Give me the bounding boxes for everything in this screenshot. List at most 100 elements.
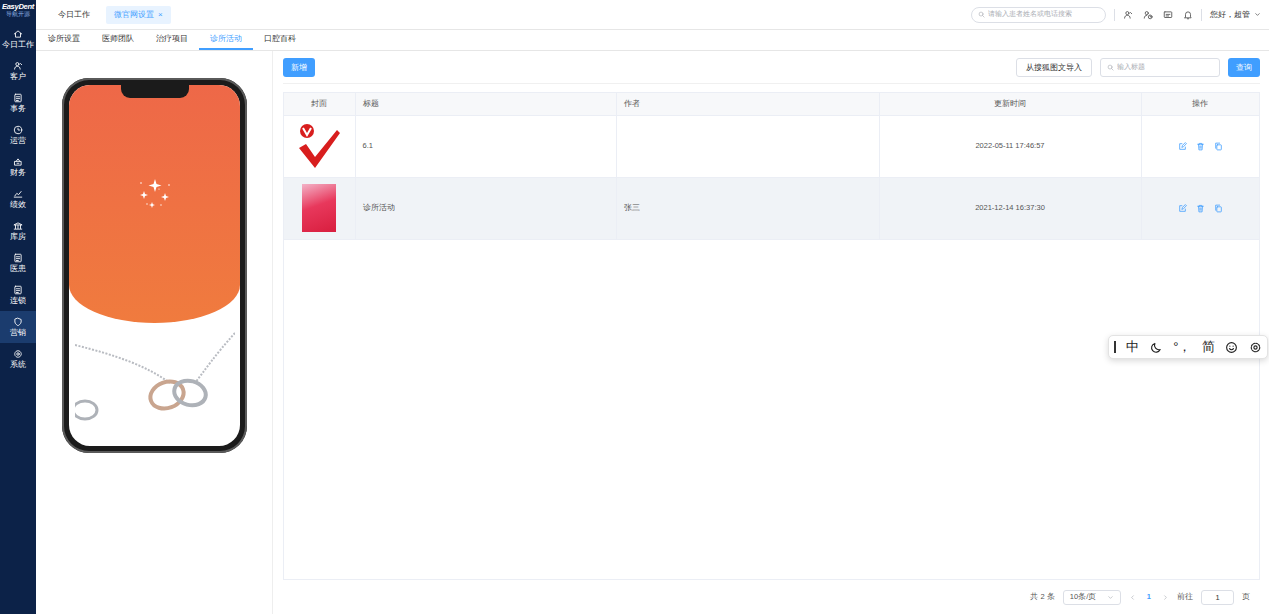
row-actions bbox=[1149, 142, 1253, 151]
chevron-right-icon[interactable] bbox=[1162, 594, 1169, 601]
copy-icon[interactable] bbox=[1214, 142, 1223, 151]
sidebar-item[interactable]: 医患 bbox=[0, 247, 36, 279]
sidebar-label: 连锁 bbox=[10, 296, 26, 305]
separator bbox=[1201, 9, 1202, 21]
global-search[interactable] bbox=[971, 7, 1106, 23]
total-count: 共 2 条 bbox=[1030, 591, 1054, 602]
sidebar-label: 系统 bbox=[10, 360, 26, 369]
warehouse-icon bbox=[13, 221, 23, 231]
sidebar-item[interactable]: 今日工作 bbox=[0, 23, 36, 55]
sidebar-label: 库房 bbox=[10, 232, 26, 241]
page-tabs: 今日工作 微官网设置× bbox=[50, 6, 171, 24]
page-tab[interactable]: 今日工作 bbox=[50, 6, 98, 23]
top-bar: 今日工作 微官网设置× 您好，超管 bbox=[36, 0, 1269, 30]
logo[interactable]: EasyDent 导航开源 bbox=[0, 0, 36, 23]
sidebar-item[interactable]: 客户 bbox=[0, 55, 36, 87]
edit-icon[interactable] bbox=[1178, 142, 1187, 151]
user-greeting: 您好，超管 bbox=[1210, 9, 1250, 20]
sidebar-item[interactable]: 连锁 bbox=[0, 279, 36, 311]
column-header: 操作 bbox=[1141, 93, 1259, 115]
phone-preview bbox=[36, 51, 273, 614]
page-number[interactable]: 1 bbox=[1144, 591, 1154, 602]
trash-icon[interactable] bbox=[1196, 204, 1205, 213]
document-icon bbox=[13, 285, 23, 295]
title-cell: 6.1 bbox=[355, 115, 616, 177]
gear-icon[interactable] bbox=[1249, 341, 1262, 354]
tab-close-button[interactable]: × bbox=[158, 9, 163, 21]
table-row[interactable]: 诊所活动张三2021-12-14 16:37:30 bbox=[284, 177, 1259, 239]
sidebar-label: 财务 bbox=[10, 168, 26, 177]
user-icon[interactable] bbox=[1123, 10, 1133, 20]
sub-tab[interactable]: 诊所设置 bbox=[37, 29, 91, 50]
title-search-input[interactable] bbox=[1117, 62, 1213, 73]
edit-icon[interactable] bbox=[1178, 204, 1187, 213]
sidebar-item[interactable]: 事务 bbox=[0, 87, 36, 119]
page-tab[interactable]: 微官网设置× bbox=[106, 6, 171, 24]
wallet-icon bbox=[13, 157, 23, 167]
smiley-icon[interactable] bbox=[1225, 341, 1238, 354]
add-button[interactable]: 新增 bbox=[283, 58, 315, 77]
document-icon bbox=[13, 93, 23, 103]
phone-frame bbox=[62, 78, 247, 453]
import-button[interactable]: 从搜狐图文导入 bbox=[1016, 58, 1092, 77]
cover-cell bbox=[284, 115, 355, 177]
ime-charset[interactable]: 简 bbox=[1202, 337, 1215, 357]
logo-name: EasyDent bbox=[1, 3, 35, 11]
cover-image[interactable] bbox=[302, 184, 336, 232]
page-numbers: 1 bbox=[1144, 591, 1154, 602]
tab-label: 今日工作 bbox=[58, 9, 90, 20]
table-row[interactable]: 6.12022-05-11 17:46:57 bbox=[284, 115, 1259, 177]
bell-icon[interactable] bbox=[1183, 10, 1193, 20]
toolbar-right: 从搜狐图文导入 查询 bbox=[1016, 58, 1260, 77]
sidebar-item[interactable]: 系统 bbox=[0, 343, 36, 375]
page-size-select[interactable]: 10条/页 bbox=[1063, 590, 1121, 605]
sidebar-item[interactable]: 运营 bbox=[0, 119, 36, 151]
preview-banner bbox=[69, 85, 240, 323]
message-icon[interactable] bbox=[1163, 10, 1173, 20]
user-clock-icon[interactable] bbox=[1143, 10, 1153, 20]
phone-notch bbox=[121, 85, 189, 98]
ime-handle[interactable] bbox=[1114, 341, 1116, 353]
global-search-input[interactable] bbox=[988, 9, 1099, 20]
copy-icon[interactable] bbox=[1214, 204, 1223, 213]
goto-label: 前往 bbox=[1177, 591, 1193, 602]
column-header: 更新时间 bbox=[879, 93, 1141, 115]
goto-input[interactable] bbox=[1201, 590, 1234, 605]
column-header: 封面 bbox=[284, 93, 355, 115]
sub-tab[interactable]: 诊所活动 bbox=[199, 29, 253, 50]
sidebar-label: 客户 bbox=[10, 72, 26, 81]
document-icon bbox=[13, 253, 23, 263]
sub-tab[interactable]: 治疗项目 bbox=[145, 29, 199, 50]
trash-icon[interactable] bbox=[1196, 142, 1205, 151]
chevron-down-icon bbox=[1254, 11, 1261, 18]
query-button[interactable]: 查询 bbox=[1228, 58, 1260, 77]
ime-mode[interactable]: 中 bbox=[1126, 337, 1139, 357]
main-area: 今日工作微官网设置× 您好，超管 诊所设置医师团队治疗项目诊所活动口腔百科 bbox=[36, 0, 1269, 614]
toolbar: 新增 从搜狐图文导入 查询 bbox=[283, 58, 1260, 84]
column-header: 作者 bbox=[616, 93, 879, 115]
moon-icon[interactable] bbox=[1150, 341, 1163, 354]
sidebar-label: 营销 bbox=[10, 328, 26, 337]
sidebar-label: 今日工作 bbox=[2, 40, 34, 49]
page-size: 10条/页 bbox=[1070, 591, 1096, 602]
chevron-left-icon[interactable] bbox=[1129, 594, 1136, 601]
sidebar-item[interactable]: 绩效 bbox=[0, 183, 36, 215]
sub-tab[interactable]: 口腔百科 bbox=[253, 29, 307, 50]
user-menu[interactable]: 您好，超管 bbox=[1210, 9, 1261, 20]
sidebar-item[interactable]: 营销 bbox=[0, 311, 36, 343]
sidebar-item[interactable]: 库房 bbox=[0, 215, 36, 247]
sidebar: EasyDent 导航开源 今日工作客户事务运营财务绩效库房医患连锁营销系统 bbox=[0, 0, 36, 614]
row-actions bbox=[1149, 204, 1253, 213]
ime-punctuation[interactable]: °， bbox=[1173, 337, 1191, 357]
shield-icon bbox=[13, 317, 23, 327]
title-cell: 诊所活动 bbox=[355, 177, 616, 239]
phone-screen bbox=[69, 85, 240, 446]
sub-tab[interactable]: 医师团队 bbox=[91, 29, 145, 50]
sidebar-item[interactable]: 财务 bbox=[0, 151, 36, 183]
sidebar-menu: 今日工作客户事务运营财务绩效库房医患连锁营销系统 bbox=[0, 23, 36, 375]
title-search[interactable] bbox=[1100, 58, 1220, 77]
cover-cell bbox=[284, 177, 355, 239]
top-icons bbox=[1123, 10, 1193, 20]
sidebar-label: 绩效 bbox=[10, 200, 26, 209]
cover-image[interactable] bbox=[291, 122, 348, 170]
